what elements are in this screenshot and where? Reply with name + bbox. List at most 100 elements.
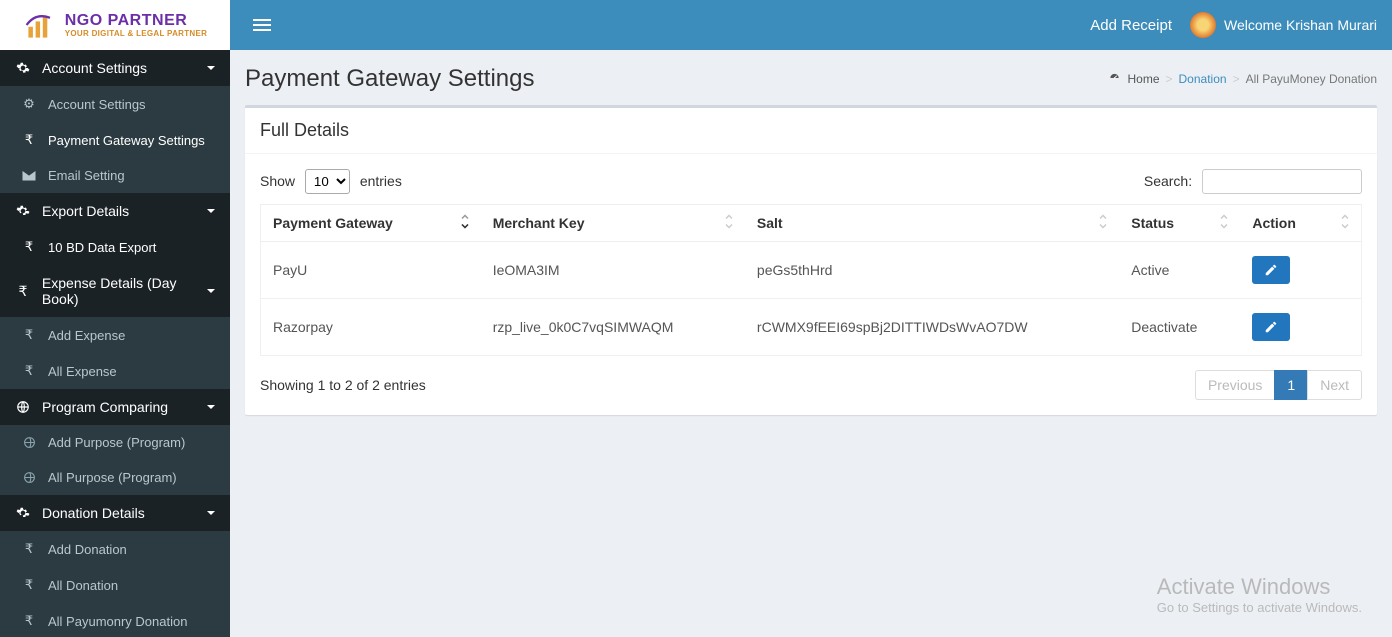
gear-icon: ⚙ <box>20 96 38 112</box>
sidebar-subitem-all-expense[interactable]: ₹ All Expense <box>0 353 230 389</box>
add-receipt-link[interactable]: Add Receipt <box>1090 17 1172 34</box>
hamburger-toggle[interactable] <box>245 8 279 42</box>
cell-merchant-key: IeOMA3IM <box>481 242 745 299</box>
pagination: Previous 1 Next <box>1196 370 1362 400</box>
col-status[interactable]: Status <box>1119 205 1240 242</box>
breadcrumb-donation[interactable]: Donation <box>1179 72 1227 86</box>
logo-title: NGO PARTNER <box>65 13 207 29</box>
rupee-icon: ₹ <box>20 541 38 557</box>
cell-action <box>1240 299 1361 356</box>
cell-gateway: Razorpay <box>261 299 481 356</box>
edit-button[interactable] <box>1252 313 1290 341</box>
globe-icon <box>20 471 38 484</box>
chevron-down-icon <box>206 203 216 219</box>
sidebar-item-label: Add Expense <box>48 328 125 343</box>
chevron-down-icon <box>206 283 216 299</box>
sidebar-item-label: Email Setting <box>48 168 125 183</box>
edit-button[interactable] <box>1252 256 1290 284</box>
table-row: Razorpay rzp_live_0k0C7vqSIMWAQM rCWMX9f… <box>261 299 1362 356</box>
length-select[interactable]: 10 <box>305 169 350 194</box>
logo-icon <box>23 7 59 43</box>
sidebar-item-label: Export Details <box>42 203 129 219</box>
windows-activation-watermark: Activate Windows Go to Settings to activ… <box>1157 574 1362 615</box>
sidebar-subitem-all-payumoney-donation[interactable]: ₹ All Payumonry Donation <box>0 603 230 637</box>
sidebar-subitem-email-setting[interactable]: Email Setting <box>0 158 230 193</box>
sidebar-item-label: Add Purpose (Program) <box>48 435 185 450</box>
rupee-icon: ₹ <box>20 239 38 255</box>
cell-status: Deactivate <box>1119 299 1240 356</box>
sort-icon <box>723 215 735 232</box>
sidebar-item-label: All Payumonry Donation <box>48 614 187 629</box>
rupee-icon: ₹ <box>20 327 38 343</box>
user-menu[interactable]: Welcome Krishan Murari <box>1190 12 1377 38</box>
sidebar-item-label: Program Comparing <box>42 399 168 415</box>
page-prev[interactable]: Previous <box>1195 370 1275 400</box>
sidebar-subitem-all-purpose[interactable]: All Purpose (Program) <box>0 460 230 495</box>
rupee-icon: ₹ <box>14 283 32 300</box>
rupee-icon: ₹ <box>20 132 38 148</box>
col-gateway[interactable]: Payment Gateway <box>261 205 481 242</box>
sidebar-item-label: All Expense <box>48 364 117 379</box>
page-1[interactable]: 1 <box>1274 370 1308 400</box>
datatable-info: Showing 1 to 2 of 2 entries <box>260 377 426 393</box>
sidebar-item-program-comparing[interactable]: Program Comparing <box>0 389 230 425</box>
sidebar-subitem-add-donation[interactable]: ₹ Add Donation <box>0 531 230 567</box>
col-salt[interactable]: Salt <box>745 205 1119 242</box>
sidebar-subitem-bd-export[interactable]: ₹ 10 BD Data Export <box>0 229 230 265</box>
sidebar-subitem-add-expense[interactable]: ₹ Add Expense <box>0 317 230 353</box>
edit-icon <box>1264 320 1278 334</box>
globe-icon <box>20 436 38 449</box>
edit-icon <box>1264 263 1278 277</box>
breadcrumb-sep: > <box>1233 72 1240 86</box>
sidebar-item-expense-details[interactable]: ₹ Expense Details (Day Book) <box>0 265 230 317</box>
sidebar-subitem-account-settings[interactable]: ⚙ Account Settings <box>0 86 230 122</box>
rupee-icon: ₹ <box>20 613 38 629</box>
sort-asc-icon <box>459 215 471 232</box>
sort-icon <box>1097 215 1109 232</box>
rupee-icon: ₹ <box>20 363 38 379</box>
sidebar-item-donation-details[interactable]: Donation Details <box>0 495 230 531</box>
breadcrumb-current: All PayuMoney Donation <box>1246 72 1377 86</box>
sidebar-subitem-add-purpose[interactable]: Add Purpose (Program) <box>0 425 230 460</box>
col-merchant-key[interactable]: Merchant Key <box>481 205 745 242</box>
sidebar-item-label: Account Settings <box>42 60 147 76</box>
search-input[interactable] <box>1202 169 1362 194</box>
cell-action <box>1240 242 1361 299</box>
logo-subtitle: YOUR DIGITAL & LEGAL PARTNER <box>65 29 207 38</box>
cell-gateway: PayU <box>261 242 481 299</box>
sidebar-item-label: Add Donation <box>48 542 127 557</box>
sidebar-item-account-settings[interactable]: Account Settings <box>0 50 230 86</box>
rupee-icon: ₹ <box>20 577 38 593</box>
table-row: PayU IeOMA3IM peGs5thHrd Active <box>261 242 1362 299</box>
sidebar: NGO PARTNER YOUR DIGITAL & LEGAL PARTNER… <box>0 0 230 637</box>
avatar <box>1190 12 1216 38</box>
cell-merchant-key: rzp_live_0k0C7vqSIMWAQM <box>481 299 745 356</box>
sidebar-item-label: Expense Details (Day Book) <box>42 275 216 307</box>
chevron-down-icon <box>206 399 216 415</box>
payment-gateway-table: Payment Gateway Merchant Key <box>260 204 1362 356</box>
sidebar-subitem-all-donation[interactable]: ₹ All Donation <box>0 567 230 603</box>
breadcrumb-home[interactable]: Home <box>1127 72 1159 86</box>
datatable-search: Search: <box>1144 169 1362 194</box>
datatable-length: Show 10 entries <box>260 169 402 194</box>
sidebar-item-export-details[interactable]: Export Details <box>0 193 230 229</box>
logo[interactable]: NGO PARTNER YOUR DIGITAL & LEGAL PARTNER <box>0 0 230 50</box>
sidebar-item-label: Payment Gateway Settings <box>48 133 205 148</box>
topbar: Add Receipt Welcome Krishan Murari <box>230 0 1392 50</box>
sidebar-item-label: All Purpose (Program) <box>48 470 177 485</box>
sidebar-subitem-payment-gateway-settings[interactable]: ₹ Payment Gateway Settings <box>0 122 230 158</box>
box-title: Full Details <box>260 120 1362 141</box>
dashboard-icon <box>1108 72 1121 86</box>
chevron-down-icon <box>206 60 216 76</box>
cell-salt: rCWMX9fEEI69spBj2DITTIWDsWvAO7DW <box>745 299 1119 356</box>
page-title: Payment Gateway Settings <box>245 65 534 93</box>
page-next[interactable]: Next <box>1307 370 1362 400</box>
envelope-icon <box>20 170 38 181</box>
cell-status: Active <box>1119 242 1240 299</box>
col-action[interactable]: Action <box>1240 205 1361 242</box>
welcome-text: Welcome Krishan Murari <box>1224 17 1377 33</box>
breadcrumb-sep: > <box>1166 72 1173 86</box>
sidebar-item-label: Account Settings <box>48 97 146 112</box>
sidebar-item-label: 10 BD Data Export <box>48 240 156 255</box>
chevron-down-icon <box>206 505 216 521</box>
